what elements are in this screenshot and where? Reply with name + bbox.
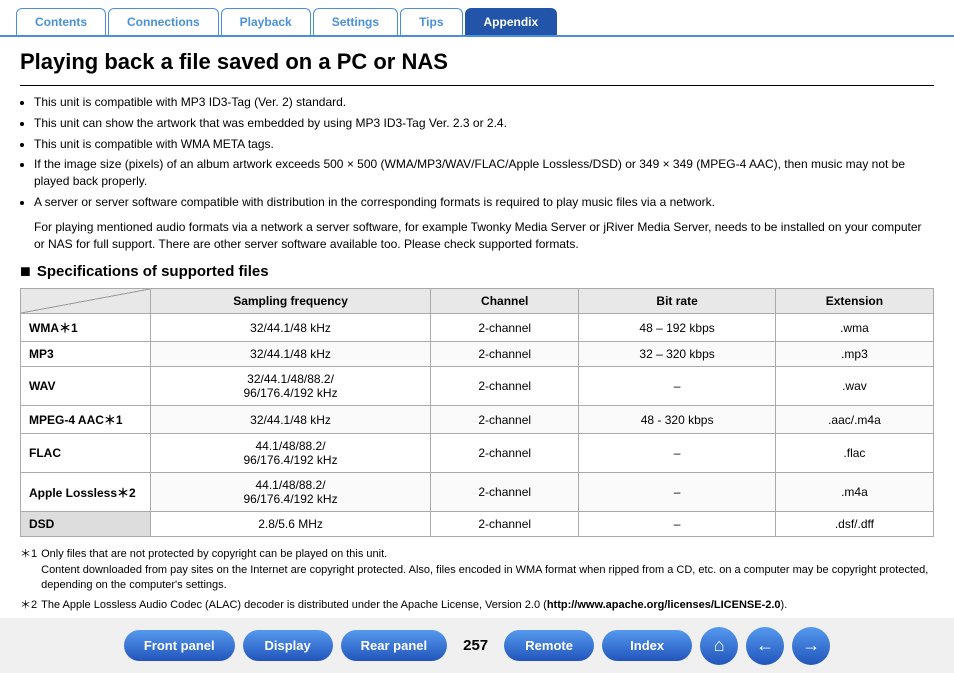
table-corner [21,289,151,314]
footnote-2: ＊2 The Apple Lossless Audio Codec (ALAC)… [20,598,934,613]
forward-button[interactable]: → [792,627,830,665]
row-wav-ext: .wav [775,367,933,406]
row-dsd-channel: 2-channel [431,512,579,537]
row-alac-channel: 2-channel [431,473,579,512]
row-label-mp3: MP3 [21,342,151,367]
bullet-4: If the image size (pixels) of an album a… [34,156,934,190]
tab-settings[interactable]: Settings [313,8,398,35]
footnote-1-marker: ＊1 [20,547,37,562]
tab-playback[interactable]: Playback [221,8,311,35]
row-flac-channel: 2-channel [431,434,579,473]
indent-paragraph: For playing mentioned audio formats via … [34,219,934,253]
row-wav-bitrate: – [579,367,776,406]
row-label-alac: Apple Lossless＊2 [21,473,151,512]
row-label-dsd: DSD [21,512,151,537]
table-row: WMA＊1 32/44.1/48 kHz 2-channel 48 – 192 … [21,314,934,342]
row-dsd-ext: .dsf/.dff [775,512,933,537]
page-title: Playing back a file saved on a PC or NAS [20,49,934,75]
footnote-2-text: The Apple Lossless Audio Codec (ALAC) de… [41,598,787,613]
row-mp3-bitrate: 32 – 320 kbps [579,342,776,367]
table-row: WAV 32/44.1/48/88.2/ 96/176.4/192 kHz 2-… [21,367,934,406]
row-label-wav: WAV [21,367,151,406]
col-channel: Channel [431,289,579,314]
row-wma-sampling: 32/44.1/48 kHz [151,314,431,342]
row-mp3-channel: 2-channel [431,342,579,367]
footnote-link[interactable]: http://www.apache.org/licenses/LICENSE-2… [547,599,781,611]
row-wav-channel: 2-channel [431,367,579,406]
main-content: Playing back a file saved on a PC or NAS… [0,35,954,629]
row-alac-sampling: 44.1/48/88.2/ 96/176.4/192 kHz [151,473,431,512]
bullet-1: This unit is compatible with MP3 ID3-Tag… [34,94,934,111]
bullet-3: This unit is compatible with WMA META ta… [34,136,934,153]
footnote-2-marker: ＊2 [20,598,37,613]
row-label-flac: FLAC [21,434,151,473]
row-alac-ext: .m4a [775,473,933,512]
row-flac-bitrate: – [579,434,776,473]
table-row: Apple Lossless＊2 44.1/48/88.2/ 96/176.4/… [21,473,934,512]
table-row: DSD 2.8/5.6 MHz 2-channel – .dsf/.dff [21,512,934,537]
back-icon: ← [756,635,774,656]
row-alac-bitrate: – [579,473,776,512]
row-mpeg4-ext: .aac/.m4a [775,406,933,434]
footnote-1-text: Only files that are not protected by cop… [41,547,934,593]
row-mpeg4-sampling: 32/44.1/48 kHz [151,406,431,434]
col-sampling: Sampling frequency [151,289,431,314]
row-mp3-sampling: 32/44.1/48 kHz [151,342,431,367]
bullet-2: This unit can show the artwork that was … [34,115,934,132]
home-icon: ⌂ [714,635,725,656]
table-row: MP3 32/44.1/48 kHz 2-channel 32 – 320 kb… [21,342,934,367]
row-flac-sampling: 44.1/48/88.2/ 96/176.4/192 kHz [151,434,431,473]
page-number: 257 [463,637,488,654]
back-button[interactable]: ← [746,627,784,665]
col-extension: Extension [775,289,933,314]
row-dsd-sampling: 2.8/5.6 MHz [151,512,431,537]
row-mpeg4-bitrate: 48 - 320 kbps [579,406,776,434]
index-button[interactable]: Index [602,630,692,661]
row-dsd-bitrate: – [579,512,776,537]
remote-button[interactable]: Remote [504,630,594,661]
row-mpeg4-channel: 2-channel [431,406,579,434]
bottom-nav: Front panel Display Rear panel 257 Remot… [0,618,954,673]
forward-icon: → [802,635,820,656]
col-bitrate: Bit rate [579,289,776,314]
nav-tabs: Contents Connections Playback Settings T… [0,0,954,35]
tab-tips[interactable]: Tips [400,8,462,35]
title-divider [20,85,934,86]
front-panel-button[interactable]: Front panel [124,630,235,661]
row-mp3-ext: .mp3 [775,342,933,367]
row-flac-ext: .flac [775,434,933,473]
table-row: MPEG-4 AAC＊1 32/44.1/48 kHz 2-channel 48… [21,406,934,434]
bullet-list: This unit is compatible with MP3 ID3-Tag… [34,94,934,211]
row-label-wma: WMA＊1 [21,314,151,342]
tab-appendix[interactable]: Appendix [465,8,558,35]
tab-connections[interactable]: Connections [108,8,219,35]
row-wma-bitrate: 48 – 192 kbps [579,314,776,342]
row-wav-sampling: 32/44.1/48/88.2/ 96/176.4/192 kHz [151,367,431,406]
footnote-1: ＊1 Only files that are not protected by … [20,547,934,593]
row-wma-ext: .wma [775,314,933,342]
home-button[interactable]: ⌂ [700,627,738,665]
rear-panel-button[interactable]: Rear panel [341,630,447,661]
spec-table: Sampling frequency Channel Bit rate Exte… [20,288,934,537]
tab-contents[interactable]: Contents [16,8,106,35]
row-label-mpeg4: MPEG-4 AAC＊1 [21,406,151,434]
table-row: FLAC 44.1/48/88.2/ 96/176.4/192 kHz 2-ch… [21,434,934,473]
footnotes: ＊1 Only files that are not protected by … [20,547,934,613]
section-title: ■ Specifications of supported files [20,262,934,280]
display-button[interactable]: Display [243,630,333,661]
bullet-5: A server or server software compatible w… [34,194,934,211]
row-wma-channel: 2-channel [431,314,579,342]
